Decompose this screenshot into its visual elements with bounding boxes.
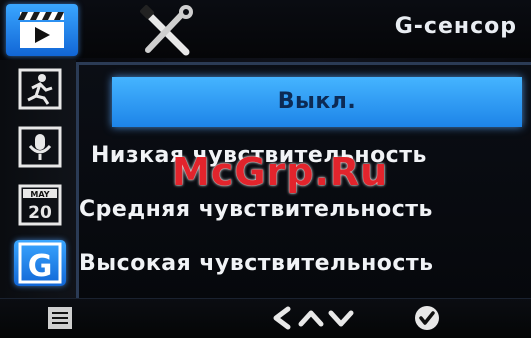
menu-list-icon [48, 307, 72, 329]
calendar-month: MAY [30, 190, 49, 199]
camera-screen: G-сенсор MAY 20 G Выкл. Низкая чувствите… [0, 0, 531, 338]
calendar-date-icon: MAY 20 [18, 184, 62, 226]
page-title: G-сенсор [394, 14, 517, 39]
sidebar: MAY 20 G [0, 60, 76, 300]
up-chevron-icon [298, 310, 324, 327]
bottom-bar [0, 298, 531, 338]
wrench-screwdriver-icon [140, 5, 193, 56]
g-sensor-letter: G [28, 249, 53, 284]
watermark: McGrp.Ru [172, 150, 389, 194]
option-high-sensitivity[interactable]: Высокая чувствительность [79, 239, 531, 289]
down-button[interactable] [326, 303, 356, 333]
sidebar-item-g-sensor[interactable]: G [14, 240, 66, 286]
sidebar-item-motion[interactable] [14, 66, 66, 112]
tab-settings[interactable] [136, 2, 198, 60]
tab-video[interactable] [6, 4, 78, 56]
motion-detection-icon [18, 68, 62, 110]
confirm-check-icon [415, 306, 439, 330]
back-button[interactable] [268, 303, 296, 333]
calendar-day: 20 [28, 203, 52, 223]
menu-button[interactable] [40, 303, 80, 333]
sidebar-item-audio[interactable] [14, 124, 66, 170]
up-button[interactable] [296, 303, 326, 333]
top-bar: G-сенсор [0, 0, 531, 58]
option-off[interactable]: Выкл. [112, 77, 522, 127]
video-clapper-icon [18, 12, 64, 48]
microphone-icon [18, 126, 62, 168]
sidebar-item-date[interactable]: MAY 20 [14, 182, 66, 228]
g-sensor-icon: G [18, 242, 62, 284]
back-chevron-icon [273, 306, 291, 330]
confirm-button[interactable] [410, 303, 444, 333]
down-chevron-icon [328, 310, 354, 327]
